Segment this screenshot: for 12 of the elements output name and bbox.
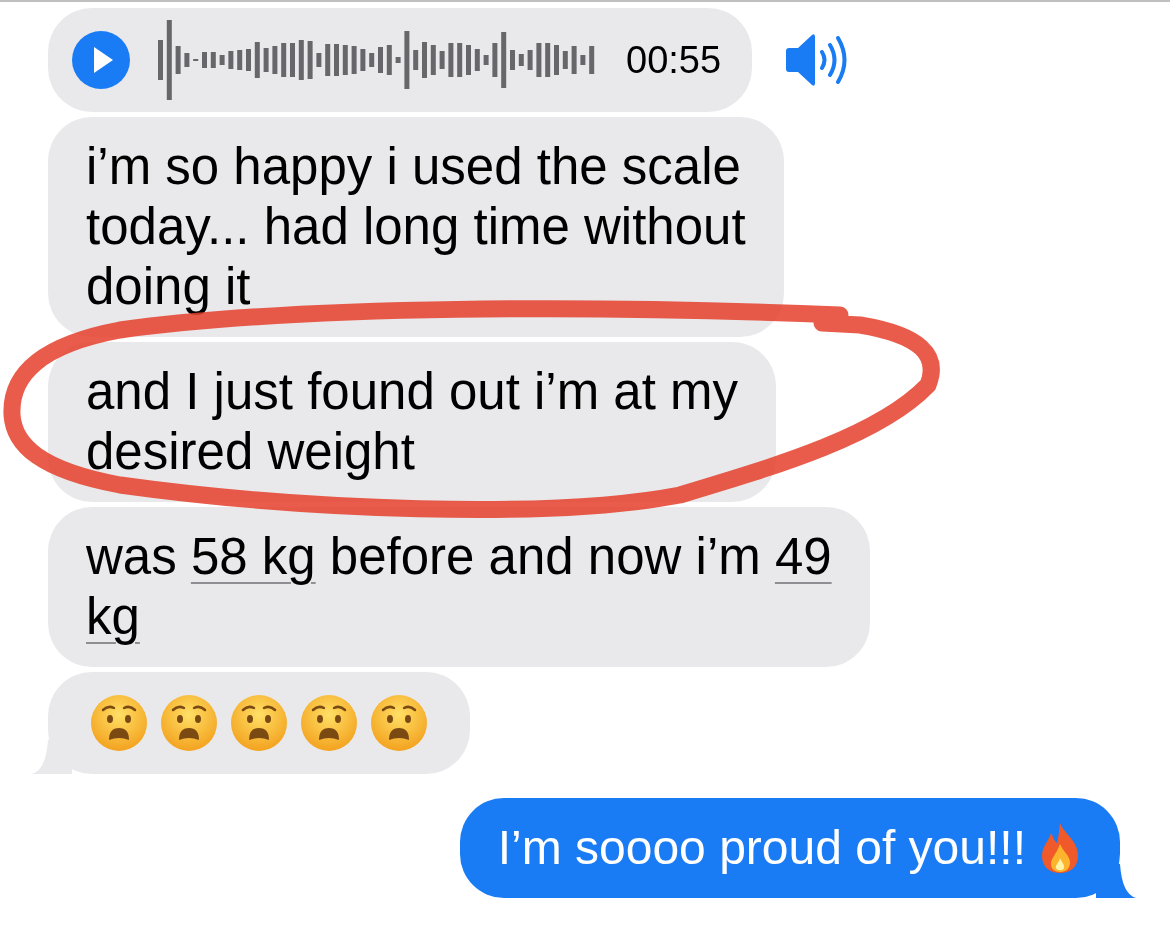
anguished-face-icon xyxy=(300,694,358,752)
message-text: and I just found out i’m at my desired weight xyxy=(86,362,738,482)
anguished-face-icon xyxy=(160,694,218,752)
audio-duration: 00:55 xyxy=(626,38,722,82)
message-text: i’m so happy i used the scale today... had long time without doing it xyxy=(86,137,746,317)
anguished-face-icon xyxy=(230,694,288,752)
fire-icon xyxy=(1040,822,1080,874)
anguished-face-icon xyxy=(90,694,148,752)
anguished-face-icon xyxy=(370,694,428,752)
message-text: was 58 kg before and now i’m 49 kg xyxy=(86,527,832,647)
play-button-icon[interactable] xyxy=(72,31,130,89)
message-text: I’m soooo proud of you!!! xyxy=(497,820,1026,876)
